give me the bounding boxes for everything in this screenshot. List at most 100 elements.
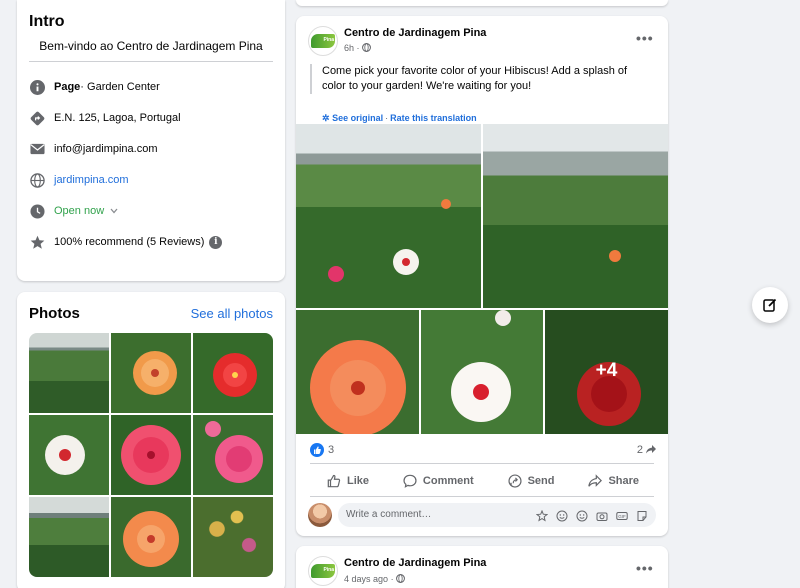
like-button[interactable]: Like bbox=[327, 474, 369, 488]
star-icon bbox=[29, 234, 45, 250]
post-card: Pina Centro de Jardinagem Pina 4 days ag… bbox=[296, 546, 668, 588]
rating-text: 100% recommend (5 Reviews) bbox=[54, 236, 205, 248]
share-button[interactable]: Share bbox=[588, 474, 639, 488]
page-category: · Garden Center bbox=[80, 81, 160, 93]
new-message-button[interactable] bbox=[752, 287, 788, 323]
gif-icon[interactable]: GIF bbox=[616, 509, 628, 521]
page-avatar[interactable]: Pina bbox=[308, 556, 338, 586]
share-label: Share bbox=[608, 475, 640, 487]
hours-status: Open now bbox=[54, 205, 105, 217]
post-photo[interactable] bbox=[483, 124, 668, 308]
send-label: Send bbox=[527, 475, 555, 487]
photo-thumb[interactable] bbox=[29, 497, 109, 577]
actions-divider bbox=[310, 463, 654, 464]
globe-small-icon bbox=[362, 43, 371, 54]
photo-thumb[interactable] bbox=[29, 415, 109, 495]
sticker-icon[interactable] bbox=[636, 509, 648, 521]
intro-title: Intro bbox=[29, 13, 65, 30]
photo-thumb[interactable] bbox=[193, 497, 273, 577]
intro-rating: 100% recommend (5 Reviews) i bbox=[29, 233, 223, 251]
see-all-photos-link[interactable]: See all photos bbox=[191, 306, 273, 321]
avatar-sticker-icon[interactable] bbox=[535, 509, 549, 522]
intro-hours[interactable]: Open now bbox=[29, 202, 118, 220]
avatar[interactable] bbox=[308, 503, 332, 527]
share-count-row[interactable]: 2 bbox=[637, 444, 656, 456]
reactions-bar: 3 2 bbox=[310, 442, 656, 458]
intro-divider bbox=[29, 61, 273, 62]
like-count[interactable]: 3 bbox=[328, 444, 334, 456]
logo-text: Pina bbox=[323, 37, 334, 43]
like-label: Like bbox=[346, 475, 369, 487]
more-icon[interactable]: ••• bbox=[636, 30, 654, 46]
post-author[interactable]: Centro de Jardinagem Pina bbox=[344, 557, 486, 569]
post-author[interactable]: Centro de Jardinagem Pina bbox=[344, 27, 486, 39]
post-text: Come pick your favorite color of your Hi… bbox=[310, 64, 650, 94]
email-text: info@jardimpina.com bbox=[54, 143, 158, 155]
photo-thumb[interactable] bbox=[193, 415, 273, 495]
intro-bio: Bem-vindo ao Centro de Jardinagem Pina bbox=[39, 39, 263, 53]
share-icon bbox=[588, 474, 603, 487]
photo-thumb[interactable] bbox=[29, 333, 109, 413]
comment-tools: GIF bbox=[535, 509, 648, 522]
emoji-icon[interactable] bbox=[576, 509, 588, 522]
like-icon bbox=[327, 474, 341, 488]
post-time[interactable]: 4 days ago bbox=[344, 574, 388, 584]
mail-icon bbox=[29, 141, 45, 157]
address-text: E.N. 125, Lagoa, Portugal bbox=[54, 112, 181, 124]
comment-input[interactable]: Write a comment… GIF bbox=[338, 503, 656, 527]
photos-card: Photos See all photos bbox=[17, 292, 285, 588]
post-actions: Like Comment Send Share bbox=[310, 470, 656, 492]
camera-icon[interactable] bbox=[596, 509, 608, 521]
clock-icon bbox=[29, 203, 45, 219]
messenger-icon bbox=[508, 474, 522, 488]
intro-email[interactable]: info@jardimpina.com bbox=[29, 140, 158, 158]
translation-row: ✲ See original · Rate this translation bbox=[322, 113, 477, 123]
post-time[interactable]: 6h bbox=[344, 43, 354, 53]
photos-title: Photos bbox=[29, 305, 80, 322]
svg-text:GIF: GIF bbox=[618, 514, 626, 519]
page-avatar[interactable]: Pina bbox=[308, 26, 338, 56]
intro-card: Intro Bem-vindo ao Centro de Jardinagem … bbox=[17, 0, 285, 281]
intro-page-category: Page · Garden Center bbox=[29, 78, 160, 96]
chevron-down-icon[interactable] bbox=[110, 208, 118, 214]
globe-icon bbox=[29, 172, 45, 188]
comment-placeholder: Write a comment… bbox=[346, 509, 432, 520]
actions-divider-bottom bbox=[310, 496, 654, 497]
send-button[interactable]: Send bbox=[508, 474, 555, 488]
comment-button[interactable]: Comment bbox=[403, 474, 474, 488]
post-time-row: 4 days ago · bbox=[344, 574, 406, 585]
page-label: Page bbox=[54, 81, 81, 93]
post-time-row: 6h · bbox=[344, 43, 371, 54]
info-icon[interactable]: i bbox=[209, 235, 223, 249]
post-card: Pina Centro de Jardinagem Pina 6h · ••• … bbox=[296, 16, 668, 536]
photo-thumb[interactable] bbox=[111, 497, 191, 577]
post-photo[interactable] bbox=[296, 124, 481, 308]
previous-post-stub bbox=[296, 0, 668, 6]
more-photos-overlay[interactable]: +4 bbox=[545, 310, 668, 434]
globe-small-icon bbox=[396, 574, 406, 585]
gear-icon: ✲ bbox=[322, 113, 330, 123]
see-original-link[interactable]: See original bbox=[332, 113, 383, 123]
directions-icon bbox=[29, 110, 45, 126]
rate-translation-link[interactable]: Rate this translation bbox=[390, 113, 477, 123]
emoji-icon[interactable] bbox=[556, 509, 568, 522]
photo-thumb[interactable] bbox=[193, 333, 273, 413]
comment-composer: Write a comment… GIF bbox=[308, 503, 656, 527]
more-icon[interactable]: ••• bbox=[636, 560, 654, 576]
comment-label: Comment bbox=[422, 475, 474, 487]
logo-text: Pina bbox=[323, 567, 334, 573]
like-reaction-icon[interactable] bbox=[310, 443, 324, 457]
post-photo[interactable] bbox=[296, 310, 419, 434]
intro-address[interactable]: E.N. 125, Lagoa, Portugal bbox=[29, 109, 181, 127]
share-count-icon bbox=[646, 445, 656, 454]
info-icon bbox=[29, 79, 45, 95]
photo-thumb[interactable] bbox=[111, 333, 191, 413]
post-photo-more[interactable]: +4 bbox=[545, 310, 668, 434]
website-link[interactable]: jardimpina.com bbox=[54, 174, 129, 186]
photos-grid bbox=[29, 333, 273, 577]
intro-website[interactable]: jardimpina.com bbox=[29, 171, 129, 189]
post-photo[interactable] bbox=[421, 310, 543, 434]
edit-icon bbox=[763, 298, 777, 312]
share-count: 2 bbox=[636, 444, 643, 456]
photo-thumb[interactable] bbox=[111, 415, 191, 495]
